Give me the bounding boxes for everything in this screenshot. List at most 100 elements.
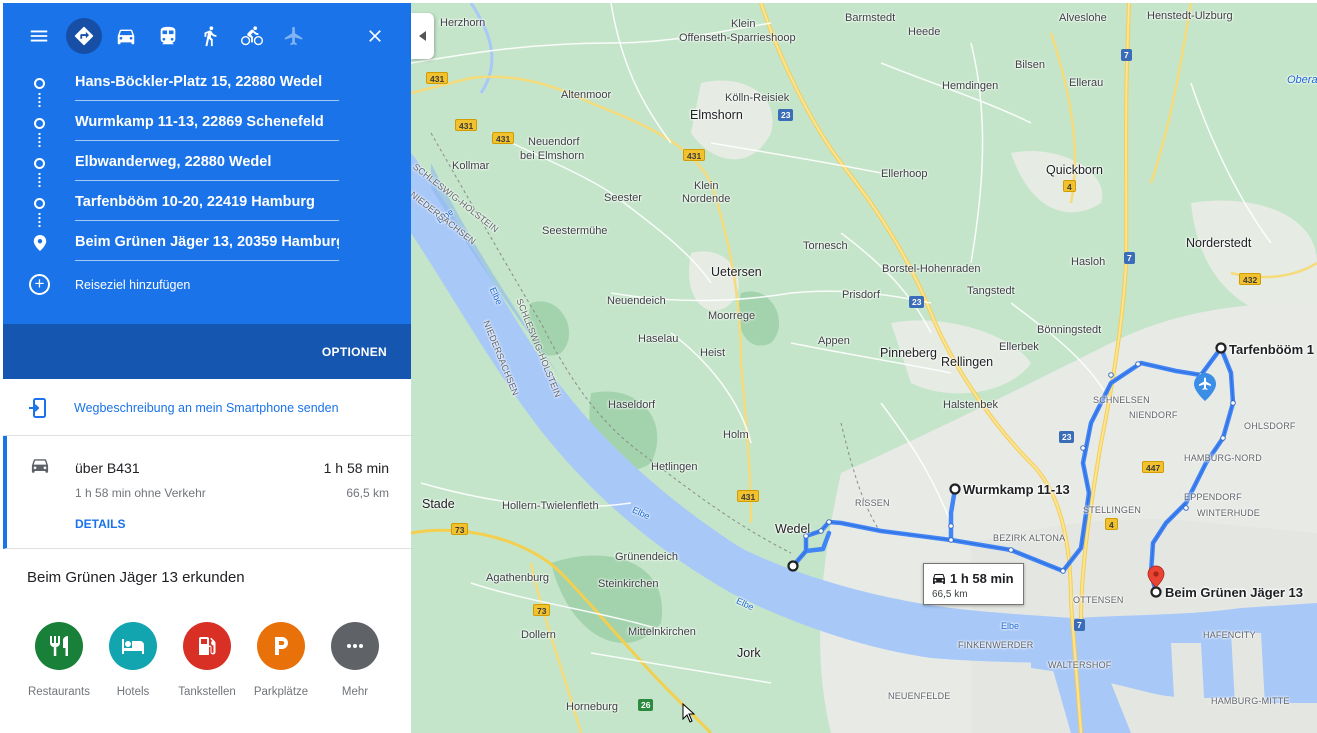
poi-restaurants-button[interactable]: Restaurants xyxy=(19,622,99,712)
place-label: RISSEN xyxy=(855,498,890,508)
place-label: Appen xyxy=(818,335,850,347)
train-icon xyxy=(160,26,176,45)
waypoint-map-label: Tarfenbööm 1 xyxy=(1229,342,1314,357)
place-label: Hetlingen xyxy=(651,461,698,473)
poi-hotels-button[interactable]: Hotels xyxy=(93,622,173,712)
place-label: Heede xyxy=(908,26,941,38)
route-details-link[interactable]: DETAILS xyxy=(75,517,125,531)
directions-header: Hans-Böckler-Platz 15, 22880 Wedel Wurmk… xyxy=(3,3,411,324)
road-shield: 7 xyxy=(1124,252,1135,264)
parking-icon xyxy=(257,622,305,670)
road-shield: 7 xyxy=(1121,49,1132,61)
place-label: BEZIRK ALTONA xyxy=(993,533,1066,543)
place-label: WALTERSHOF xyxy=(1048,660,1112,670)
road-shield: 431 xyxy=(426,72,449,84)
place-label: Hasloh xyxy=(1071,256,1106,268)
mode-driving[interactable] xyxy=(108,18,144,54)
mode-walking[interactable] xyxy=(192,18,228,54)
collapse-panel-button[interactable] xyxy=(411,13,434,59)
place-label: Hemdingen xyxy=(942,80,999,92)
place-label: SCHNELSEN xyxy=(1093,395,1150,405)
road-shield: 23 xyxy=(909,296,925,308)
place-label: Dollern xyxy=(521,629,556,641)
place-label: Mittelnkirchen xyxy=(628,626,696,638)
route-box-time: 1 h 58 min xyxy=(950,571,1014,586)
waypoint-input[interactable]: Hans-Böckler-Platz 15, 22880 Wedel xyxy=(75,74,339,101)
place-label: Kollmar xyxy=(452,160,490,172)
car-icon xyxy=(933,574,945,584)
road-shield: 431 xyxy=(683,149,706,161)
road-shield: 73 xyxy=(451,523,469,535)
options-bar: OPTIONEN xyxy=(3,324,411,379)
waypoint-map-label: Wurmkamp 11-13 xyxy=(963,482,1070,497)
place-label: Haselau xyxy=(638,333,679,345)
place-label: Tornesch xyxy=(803,240,848,252)
place-label: Ellerau xyxy=(1069,77,1104,89)
place-label: bei Elmshorn xyxy=(520,150,585,162)
road-shield: 431 xyxy=(737,490,760,502)
add-destination-button[interactable]: + Reiseziel hinzufügen xyxy=(3,271,411,301)
place-label: FINKENWERDER xyxy=(958,640,1034,650)
waypoint-input[interactable]: Wurmkamp 11-13, 22869 Schenefeld xyxy=(75,114,339,141)
poi-parking-button[interactable]: Parkplätze xyxy=(241,622,321,712)
place-label: HAMBURG-NORD xyxy=(1184,453,1262,463)
poi-label: Hotels xyxy=(116,686,150,698)
waypoint-1[interactable]: Hans-Böckler-Platz 15, 22880 Wedel xyxy=(3,65,411,105)
airport-icon xyxy=(1194,373,1216,401)
place-label: Hollern-Twielenfleth xyxy=(502,500,599,512)
mode-transit[interactable] xyxy=(150,18,186,54)
route-via: über B431 xyxy=(75,460,140,476)
place-label: Offenseth-Sparrieshoop xyxy=(679,32,796,44)
waypoint-3[interactable]: Elbwanderweg, 22880 Wedel xyxy=(3,145,411,185)
place-label: Klein xyxy=(731,18,756,30)
menu-icon xyxy=(30,30,48,42)
place-label: Pinneberg xyxy=(880,346,937,360)
mode-flight[interactable] xyxy=(276,18,312,54)
poi-more-button[interactable]: Mehr xyxy=(315,622,395,712)
place-label: Henstedt-Ulzburg xyxy=(1147,10,1233,22)
mouse-cursor-icon xyxy=(682,703,696,723)
place-label: Seestermühe xyxy=(542,225,608,237)
mode-cycling[interactable] xyxy=(234,18,270,54)
place-label: Klein xyxy=(694,180,719,192)
place-label: STELLINGEN xyxy=(1083,505,1142,515)
gas-station-icon xyxy=(183,622,231,670)
poi-gas-stations-button[interactable]: Tankstellen xyxy=(167,622,247,712)
route-info-box[interactable]: 1 h 58 min 66,5 km xyxy=(923,563,1024,605)
place-label: Herzhorn xyxy=(440,17,486,29)
place-label: Grünendeich xyxy=(615,551,678,563)
waypoint-dot-icon xyxy=(34,198,45,209)
send-to-phone-button[interactable]: Wegbeschreibung an mein Smartphone sende… xyxy=(3,379,411,436)
place-label: HAFENCITY xyxy=(1203,630,1256,640)
place-label: Uetersen xyxy=(711,265,762,279)
place-label: Steinkirchen xyxy=(598,578,659,590)
options-button[interactable]: OPTIONEN xyxy=(322,345,387,359)
road-shield: 431 xyxy=(455,119,478,131)
poi-label: Parkplätze xyxy=(253,686,309,698)
waypoint-input[interactable]: Tarfenbööm 10-20, 22419 Hamburg xyxy=(75,194,339,221)
route-distance: 66,5 km xyxy=(346,486,389,500)
close-directions-button[interactable] xyxy=(357,18,393,54)
road-shield: 4 xyxy=(1063,180,1076,192)
waypoint-input[interactable]: Elbwanderweg, 22880 Wedel xyxy=(75,154,339,181)
road-shield: 7 xyxy=(1074,619,1085,631)
place-label: Heist xyxy=(700,347,726,359)
mode-best-route[interactable] xyxy=(66,18,102,54)
map-canvas[interactable]: Herzhorn Klein Offenseth-Sparrieshoop Ba… xyxy=(411,3,1317,733)
road-shield: 432 xyxy=(1239,273,1262,285)
road-shield: 4 xyxy=(1105,518,1118,530)
waypoint-input[interactable]: Beim Grünen Jäger 13, 20359 Hamburg xyxy=(75,234,339,261)
place-label: Ellerhoop xyxy=(881,168,928,180)
route-option-card[interactable]: über B431 1 h 58 min 1 h 58 min ohne Ver… xyxy=(3,436,411,549)
place-label: Moorrege xyxy=(708,310,756,322)
waypoint-4[interactable]: Tarfenbööm 10-20, 22419 Hamburg xyxy=(3,185,411,225)
place-label: Seester xyxy=(604,192,642,204)
menu-button[interactable] xyxy=(21,18,57,54)
place-label: Bönningstedt xyxy=(1037,324,1102,336)
restaurant-icon xyxy=(35,622,83,670)
waypoint-2[interactable]: Wurmkamp 11-13, 22869 Schenefeld xyxy=(3,105,411,145)
place-label: Norderstedt xyxy=(1186,236,1252,250)
car-icon xyxy=(117,29,135,45)
road-shield: 431 xyxy=(492,132,515,144)
waypoint-5[interactable]: Beim Grünen Jäger 13, 20359 Hamburg xyxy=(3,225,411,265)
